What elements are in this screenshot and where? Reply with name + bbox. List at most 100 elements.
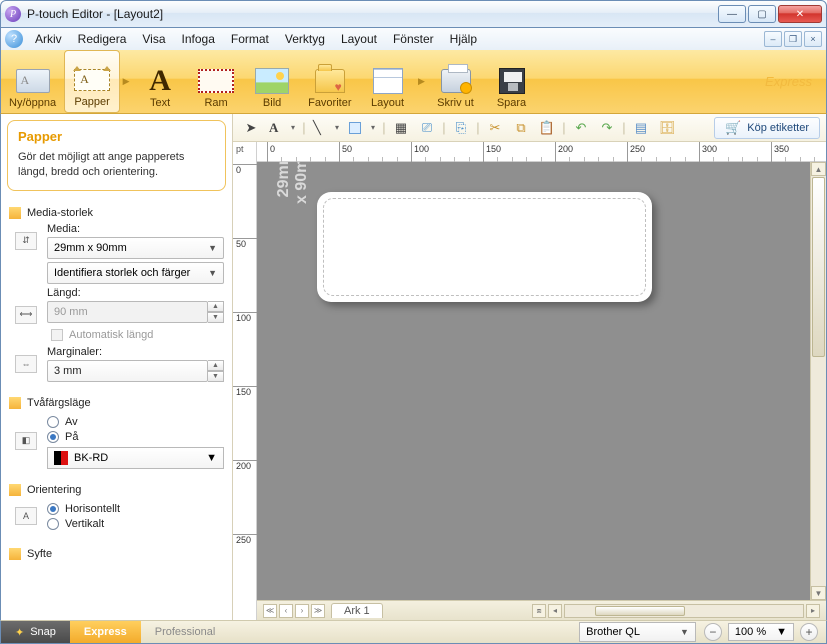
- label-preview[interactable]: [317, 192, 652, 302]
- database-button[interactable]: 🗄: [655, 117, 679, 139]
- express-watermark: Express: [765, 74, 826, 89]
- scroll-up-icon[interactable]: ▲: [811, 162, 826, 176]
- vertical-radio[interactable]: Vertikalt: [47, 518, 224, 530]
- horizontal-scrollbar[interactable]: [564, 604, 804, 618]
- menu-format[interactable]: Format: [223, 30, 277, 48]
- menu-hjalp[interactable]: Hjälp: [442, 30, 485, 48]
- twocolor-on-radio[interactable]: På: [47, 431, 224, 443]
- auto-length-checkbox[interactable]: Automatisk längd: [51, 329, 224, 341]
- zoom-out-button[interactable]: −: [704, 623, 722, 641]
- twocolor-off-radio[interactable]: Av: [47, 416, 224, 428]
- menu-layout[interactable]: Layout: [333, 30, 385, 48]
- menu-visa[interactable]: Visa: [134, 30, 173, 48]
- identify-size-button[interactable]: Identifiera storlek och färger▼: [47, 262, 224, 284]
- menu-fonster[interactable]: Fönster: [385, 30, 442, 48]
- window-maximize-button[interactable]: ▢: [748, 5, 776, 23]
- save-button[interactable]: Spara: [484, 50, 540, 113]
- menu-bar: ? Arkiv Redigera Visa Infoga Format Verk…: [0, 28, 827, 50]
- media-size-heading: Media-storlek: [27, 207, 93, 219]
- window-close-button[interactable]: ✕: [778, 5, 822, 23]
- twocolor-on-label: På: [65, 431, 78, 443]
- length-stepper[interactable]: 90 mm ▲▼: [47, 301, 224, 323]
- paper-button[interactable]: A Papper: [64, 50, 120, 113]
- chevron-down-icon: ▼: [208, 243, 217, 253]
- help-icon[interactable]: ?: [5, 30, 23, 48]
- favorites-label: Favoriter: [308, 97, 351, 109]
- scroll-right-icon[interactable]: ▸: [806, 604, 820, 618]
- sheet-tab-bar: ≪ ‹ › ≫ Ark 1 ⧈ ◂ ▸: [257, 600, 826, 620]
- ribbon-expand-icon[interactable]: ▶: [120, 50, 132, 113]
- paste-button[interactable]: 📋: [535, 117, 559, 139]
- mode-express-button[interactable]: Express: [70, 621, 141, 643]
- mdi-close-button[interactable]: ×: [804, 31, 822, 47]
- menu-redigera[interactable]: Redigera: [70, 30, 135, 48]
- scroll-down-icon[interactable]: ▼: [811, 586, 826, 600]
- redo-button[interactable]: ↷: [595, 117, 619, 139]
- favorites-button[interactable]: Favoriter: [300, 50, 359, 113]
- stepper-up-icon[interactable]: ▲: [208, 301, 224, 312]
- stepper-down-icon[interactable]: ▼: [208, 371, 224, 382]
- sheet-first-button[interactable]: ≪: [263, 604, 277, 618]
- table-tool[interactable]: ▦: [389, 117, 413, 139]
- line-tool[interactable]: ╲▾: [309, 117, 343, 139]
- mode-professional-button[interactable]: Professional: [141, 621, 230, 643]
- window-minimize-button[interactable]: —: [718, 5, 746, 23]
- ribbon-expand2-icon[interactable]: ▶: [416, 50, 428, 113]
- color-select[interactable]: BK-RD ▼: [47, 447, 224, 469]
- cart-icon: 🛒: [725, 120, 741, 136]
- vertical-scrollbar[interactable]: ▲ ▼: [810, 162, 826, 600]
- buy-labels-button[interactable]: 🛒Köp etiketter: [714, 117, 820, 139]
- image-button[interactable]: Bild: [244, 50, 300, 113]
- zoom-in-button[interactable]: +: [800, 623, 818, 641]
- zoom-select[interactable]: 100 %▼: [728, 623, 794, 641]
- sheet-next-button[interactable]: ›: [295, 604, 309, 618]
- canvas[interactable]: 29mm x 90mm ▲ ▼: [257, 162, 826, 600]
- menu-arkiv[interactable]: Arkiv: [27, 30, 70, 48]
- sheet-prev-button[interactable]: ‹: [279, 604, 293, 618]
- horizontal-radio[interactable]: Horisontellt: [47, 503, 224, 515]
- layout-button[interactable]: Layout: [360, 50, 416, 113]
- panel-info-card: Papper Gör det möjligt att ange papperet…: [7, 120, 226, 191]
- mode-snap-button[interactable]: ✦Snap: [1, 621, 70, 643]
- pointer-tool[interactable]: ➤: [239, 117, 263, 139]
- new-open-button[interactable]: Ny/öppna: [1, 50, 64, 113]
- chevron-down-icon: ▼: [680, 627, 689, 637]
- margins-label: Marginaler:: [47, 346, 224, 358]
- grid-button[interactable]: ▤: [629, 117, 653, 139]
- copy-button[interactable]: ⧉: [509, 117, 533, 139]
- frame-button[interactable]: Ram: [188, 50, 244, 113]
- link-tool[interactable]: ⎘: [449, 117, 473, 139]
- length-label: Längd:: [47, 287, 224, 299]
- mdi-restore-button[interactable]: ❐: [784, 31, 802, 47]
- sheet-last-button[interactable]: ≫: [311, 604, 325, 618]
- orientation-indicator-icon: A: [15, 507, 37, 525]
- menu-infoga[interactable]: Infoga: [174, 30, 223, 48]
- text-tool[interactable]: A▾: [265, 117, 299, 139]
- stepper-up-icon[interactable]: ▲: [208, 360, 224, 371]
- margins-stepper[interactable]: 3 mm ▲▼: [47, 360, 224, 382]
- length-indicator-icon: ⟷: [15, 306, 37, 324]
- mdi-minimize-button[interactable]: –: [764, 31, 782, 47]
- sheet-split-icon[interactable]: ⧈: [532, 604, 546, 618]
- mode-express-label: Express: [84, 626, 127, 638]
- text-button[interactable]: A Text: [132, 50, 188, 113]
- print-button[interactable]: Skriv ut: [428, 50, 484, 113]
- shape-tool[interactable]: ▾: [345, 117, 379, 139]
- align-tool[interactable]: ⎚: [415, 117, 439, 139]
- margins-value: 3 mm: [47, 360, 208, 382]
- chevron-down-icon: ▼: [206, 452, 217, 464]
- printer-select[interactable]: Brother QL▼: [579, 622, 696, 642]
- save-label: Spara: [497, 97, 526, 109]
- radio-checked-icon: [47, 431, 59, 443]
- undo-button[interactable]: ↶: [569, 117, 593, 139]
- stepper-down-icon[interactable]: ▼: [208, 312, 224, 323]
- sheet-tab-1[interactable]: Ark 1: [331, 603, 383, 618]
- label-dimensions-text: 29mm x 90mm: [275, 162, 310, 204]
- scroll-left-icon[interactable]: ◂: [548, 604, 562, 618]
- cut-button[interactable]: ✂: [483, 117, 507, 139]
- menu-verktyg[interactable]: Verktyg: [277, 30, 333, 48]
- scroll-thumb[interactable]: [595, 606, 685, 616]
- orientation-heading: Orientering: [27, 484, 81, 496]
- media-select[interactable]: 29mm x 90mm▼: [47, 237, 224, 259]
- scroll-thumb[interactable]: [812, 177, 825, 357]
